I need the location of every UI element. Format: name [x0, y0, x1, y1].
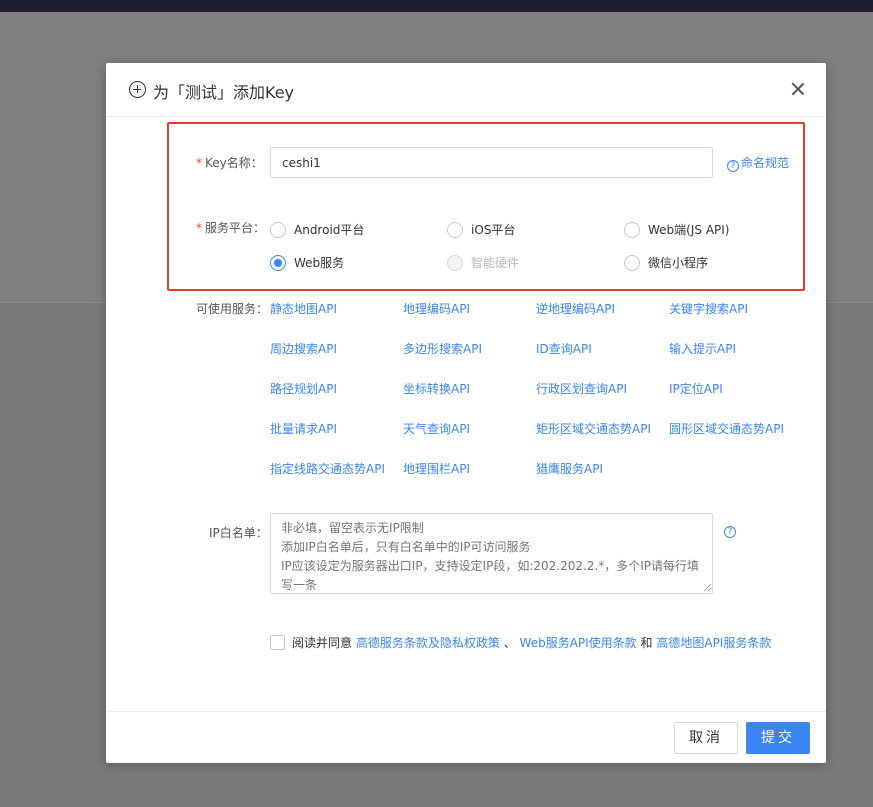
radio-dot — [447, 254, 463, 271]
radio-web-service[interactable]: Web服务 — [270, 254, 344, 271]
agreement-text: 阅读并同意 高德服务条款及隐私权政策 、 Web服务API使用条款 和 高德地图… — [292, 636, 772, 650]
web-api-terms-link[interactable]: Web服务API使用条款 — [520, 636, 637, 650]
api-link[interactable]: 矩形区域交通态势API — [536, 420, 651, 437]
api-link[interactable]: 多边形搜索API — [403, 340, 482, 357]
naming-rules-link[interactable]: ? 命名规范 — [727, 154, 789, 172]
question-circle-icon[interactable]: ? — [724, 526, 736, 538]
services-label: 可使用服务： — [196, 302, 269, 316]
cancel-button[interactable]: 取消 — [674, 722, 738, 754]
radio-dot — [447, 221, 463, 238]
radio-ios[interactable]: iOS平台 — [447, 221, 515, 238]
api-link[interactable]: 静态地图API — [270, 300, 337, 317]
api-link[interactable]: 关键字搜索API — [669, 300, 748, 317]
dialog-title: 为「测试」添加Key — [153, 83, 295, 102]
required-mark: * — [196, 156, 202, 170]
dialog-footer: 取消 提交 — [106, 711, 826, 763]
radio-web-js-api[interactable]: Web端(JS API) — [624, 221, 729, 238]
api-link[interactable]: 坐标转换API — [403, 380, 470, 397]
radio-smart-hardware: 智能硬件 — [447, 254, 519, 271]
api-link[interactable]: 猎鹰服务API — [536, 460, 603, 477]
api-link[interactable]: 天气查询API — [403, 420, 470, 437]
api-link[interactable]: 指定线路交通态势API — [270, 460, 385, 477]
key-name-input[interactable] — [270, 147, 713, 178]
api-link[interactable]: 圆形区域交通态势API — [669, 420, 784, 437]
radio-dot — [624, 254, 640, 271]
api-link[interactable]: IP定位API — [669, 380, 723, 397]
ip-whitelist-textarea[interactable] — [270, 513, 713, 594]
key-name-label: * Key名称： — [196, 156, 263, 170]
api-link[interactable]: 输入提示API — [669, 340, 736, 357]
api-link[interactable]: 周边搜索API — [270, 340, 337, 357]
app-top-bar — [0, 0, 873, 12]
plus-circle-icon — [129, 81, 146, 98]
api-link[interactable]: 逆地理编码API — [536, 300, 615, 317]
radio-wechat-miniprogram[interactable]: 微信小程序 — [624, 254, 708, 271]
api-link[interactable]: 批量请求API — [270, 420, 337, 437]
radio-android[interactable]: Android平台 — [270, 221, 364, 238]
api-link[interactable]: 地理围栏API — [403, 460, 470, 477]
map-api-terms-link[interactable]: 高德地图API服务条款 — [656, 636, 771, 650]
add-key-dialog: 为「测试」添加Key *Key名称： ?命名规范 *服务平台： Android平… — [106, 63, 826, 763]
radio-dot — [270, 221, 286, 238]
ip-whitelist-label: IP白名单： — [209, 526, 268, 540]
api-link[interactable]: 路径规划API — [270, 380, 337, 397]
radio-dot — [270, 254, 286, 271]
radio-dot — [624, 221, 640, 238]
terms-link[interactable]: 高德服务条款及隐私权政策 — [356, 636, 500, 650]
api-link[interactable]: ID查询API — [536, 340, 592, 357]
question-circle-icon: ? — [727, 160, 739, 172]
close-icon[interactable] — [789, 80, 807, 98]
required-mark: * — [196, 221, 202, 235]
agreement-checkbox[interactable] — [270, 635, 285, 650]
dialog-header: 为「测试」添加Key — [106, 63, 826, 117]
api-link[interactable]: 地理编码API — [403, 300, 470, 317]
submit-button[interactable]: 提交 — [746, 722, 810, 754]
resize-grip-icon[interactable] — [703, 584, 711, 592]
platform-label: * 服务平台： — [196, 221, 266, 235]
api-link[interactable]: 行政区划查询API — [536, 380, 627, 397]
